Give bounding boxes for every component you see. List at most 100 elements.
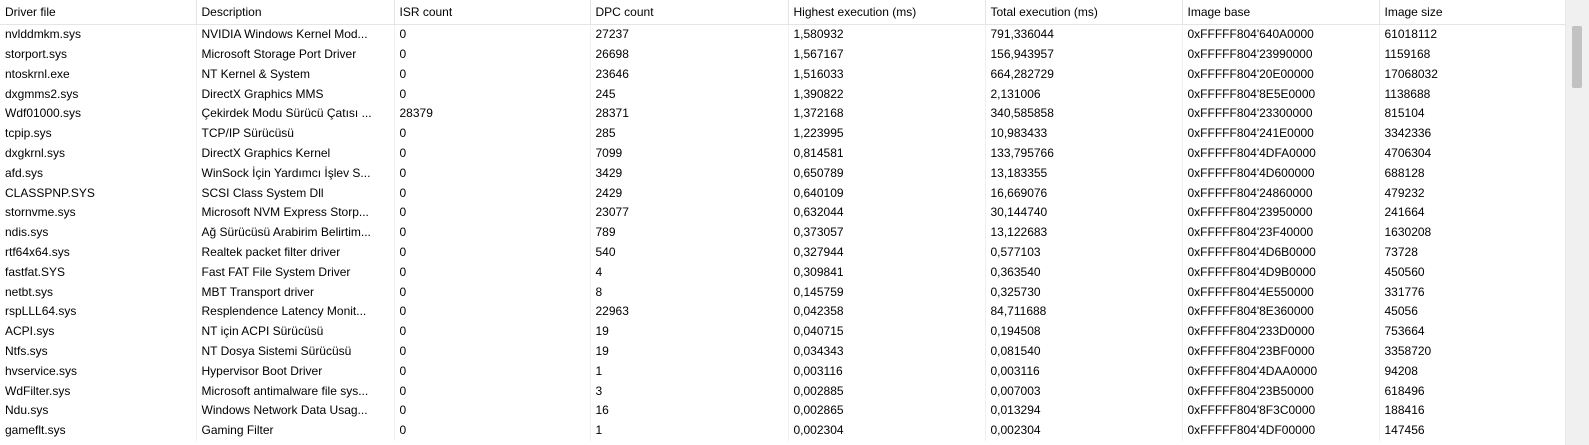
highest-execution-cell: 1,516033 xyxy=(788,64,986,85)
total-execution-cell: 13,122683 xyxy=(985,222,1183,243)
description-cell: Microsoft NVM Express Storp... xyxy=(196,202,395,223)
dpc-count-cell: 1 xyxy=(590,420,789,441)
dpc-count-cell: 285 xyxy=(590,123,789,144)
isr-count-cell: 0 xyxy=(394,361,591,382)
isr-count-cell: 0 xyxy=(394,262,591,283)
image-size-cell: 688128 xyxy=(1379,163,1567,184)
highest-execution-cell: 1,390822 xyxy=(788,84,986,104)
driver-file-cell: WdFilter.sys xyxy=(0,381,197,401)
image-base-cell: 0xFFFFF804'24860000 xyxy=(1182,183,1380,203)
table-row[interactable]: ACPI.sys NT için ACPI Sürücüsü 0 19 0,040715… xyxy=(0,321,1567,342)
column-header-dpc-count[interactable]: DPC count xyxy=(590,0,789,25)
table-row[interactable]: dxgkrnl.sys DirectX Graphics Kernel 0 7099 0… xyxy=(0,143,1567,164)
driver-list-view: Driver file Description ISR count DPC co… xyxy=(0,0,1589,445)
isr-count-cell: 0 xyxy=(394,202,591,223)
image-size-cell: 73728 xyxy=(1379,242,1567,263)
table-row[interactable]: gameflt.sys Gaming Filter 0 1 0,002304 0,0023… xyxy=(0,420,1567,441)
dpc-count-cell: 23077 xyxy=(590,202,789,223)
highest-execution-cell: 0,640109 xyxy=(788,183,986,203)
image-size-cell: 3358720 xyxy=(1379,341,1567,362)
isr-count-cell: 0 xyxy=(394,282,591,302)
driver-file-cell: ndis.sys xyxy=(0,222,197,243)
highest-execution-cell: 0,327944 xyxy=(788,242,986,263)
driver-file-cell: ACPI.sys xyxy=(0,321,197,342)
highest-execution-cell: 0,002304 xyxy=(788,420,986,441)
table-row[interactable]: dxgmms2.sys DirectX Graphics MMS 0 245 1,390… xyxy=(0,84,1567,104)
table-row[interactable]: rspLLL64.sys Resplendence Latency Monit..… xyxy=(0,301,1567,322)
column-header-highest-execution[interactable]: Highest execution (ms) xyxy=(788,0,986,25)
dpc-count-cell: 789 xyxy=(590,222,789,243)
highest-execution-cell: 0,814581 xyxy=(788,143,986,164)
image-base-cell: 0xFFFFF804'23F40000 xyxy=(1182,222,1380,243)
isr-count-cell: 0 xyxy=(394,183,591,203)
description-cell: Hypervisor Boot Driver xyxy=(196,361,395,382)
vertical-scrollbar[interactable] xyxy=(1565,0,1589,445)
table-row[interactable]: fastfat.SYS Fast FAT File System Driver 0 4… xyxy=(0,262,1567,283)
total-execution-cell: 10,983433 xyxy=(985,123,1183,144)
isr-count-cell: 0 xyxy=(394,222,591,243)
dpc-count-cell: 8 xyxy=(590,282,789,302)
image-base-cell: 0xFFFFF804'4DF00000 xyxy=(1182,420,1380,441)
table-row[interactable]: ntoskrnl.exe NT Kernel & System 0 23646 1,51… xyxy=(0,64,1567,85)
highest-execution-cell: 0,632044 xyxy=(788,202,986,223)
table-row[interactable]: hvservice.sys Hypervisor Boot Driver 0 1 0,0… xyxy=(0,361,1567,382)
driver-file-cell: Ndu.sys xyxy=(0,400,197,421)
image-size-cell: 331776 xyxy=(1379,282,1567,302)
total-execution-cell: 0,363540 xyxy=(985,262,1183,283)
total-execution-cell: 0,081540 xyxy=(985,341,1183,362)
column-header-image-base[interactable]: Image base xyxy=(1182,0,1380,25)
image-base-cell: 0xFFFFF804'23990000 xyxy=(1182,44,1380,65)
table-row[interactable]: Ntfs.sys NT Dosya Sistemi Sürücüsü 0 19 0,03… xyxy=(0,341,1567,362)
column-header-total-execution[interactable]: Total execution (ms) xyxy=(985,0,1183,25)
driver-file-cell: ntoskrnl.exe xyxy=(0,64,197,85)
table-row[interactable]: nvlddmkm.sys NVIDIA Windows Kernel Mod...… xyxy=(0,24,1567,45)
highest-execution-cell: 0,309841 xyxy=(788,262,986,283)
driver-file-cell: afd.sys xyxy=(0,163,197,184)
highest-execution-cell: 0,373057 xyxy=(788,222,986,243)
column-header-driver-file[interactable]: Driver file xyxy=(0,0,197,25)
table-row[interactable]: CLASSPNP.SYS SCSI Class System Dll 0 2429 0,… xyxy=(0,183,1567,203)
description-cell: TCP/IP Sürücüsü xyxy=(196,123,395,144)
column-header-description[interactable]: Description xyxy=(196,0,395,25)
table-row[interactable]: ndis.sys Ağ Sürücüsü Arabirim Belirtim...… xyxy=(0,222,1567,243)
column-header-isr-count[interactable]: ISR count xyxy=(394,0,591,25)
description-cell: WinSock İçin Yardımcı İşlev S... xyxy=(196,163,395,184)
isr-count-cell: 0 xyxy=(394,143,591,164)
image-base-cell: 0xFFFFF804'241E0000 xyxy=(1182,123,1380,144)
image-size-cell: 479232 xyxy=(1379,183,1567,203)
image-size-cell: 188416 xyxy=(1379,400,1567,421)
table-row[interactable]: stornvme.sys Microsoft NVM Express Storp.… xyxy=(0,202,1567,223)
isr-count-cell: 0 xyxy=(394,400,591,421)
dpc-count-cell: 23646 xyxy=(590,64,789,85)
isr-count-cell: 0 xyxy=(394,381,591,401)
table-row[interactable]: rtf64x64.sys Realtek packet filter driver… xyxy=(0,242,1567,263)
dpc-count-cell: 16 xyxy=(590,400,789,421)
dpc-count-cell: 19 xyxy=(590,341,789,362)
image-size-cell: 753664 xyxy=(1379,321,1567,342)
table-row[interactable]: Ndu.sys Windows Network Data Usag... 0 16 0,… xyxy=(0,400,1567,421)
table-header-row: Driver file Description ISR count DPC co… xyxy=(0,0,1567,25)
table-row[interactable]: netbt.sys MBT Transport driver 0 8 0,145759 0… xyxy=(0,282,1567,302)
driver-file-cell: tcpip.sys xyxy=(0,123,197,144)
image-base-cell: 0xFFFFF804'4D600000 xyxy=(1182,163,1380,184)
highest-execution-cell: 1,372168 xyxy=(788,103,986,124)
highest-execution-cell: 1,223995 xyxy=(788,123,986,144)
table-row[interactable]: storport.sys Microsoft Storage Port Drive… xyxy=(0,44,1567,65)
isr-count-cell: 0 xyxy=(394,420,591,441)
table-row[interactable]: WdFilter.sys Microsoft antimalware file s… xyxy=(0,381,1567,401)
description-cell: Ağ Sürücüsü Arabirim Belirtim... xyxy=(196,222,395,243)
driver-file-cell: fastfat.SYS xyxy=(0,262,197,283)
description-cell: Windows Network Data Usag... xyxy=(196,400,395,421)
image-size-cell: 241664 xyxy=(1379,202,1567,223)
table-row[interactable]: afd.sys WinSock İçin Yardımcı İşlev S... 0… xyxy=(0,163,1567,184)
scrollbar-thumb[interactable] xyxy=(1572,26,1582,88)
description-cell: Gaming Filter xyxy=(196,420,395,441)
dpc-count-cell: 3 xyxy=(590,381,789,401)
column-header-image-size[interactable]: Image size xyxy=(1379,0,1567,25)
description-cell: MBT Transport driver xyxy=(196,282,395,302)
table-row[interactable]: tcpip.sys TCP/IP Sürücüsü 0 285 1,223995 10,9… xyxy=(0,123,1567,144)
image-size-cell: 3342336 xyxy=(1379,123,1567,144)
total-execution-cell: 0,325730 xyxy=(985,282,1183,302)
table-row[interactable]: Wdf01000.sys Çekirdek Modu Sürücü Çatısı … xyxy=(0,103,1567,124)
driver-file-cell: netbt.sys xyxy=(0,282,197,302)
